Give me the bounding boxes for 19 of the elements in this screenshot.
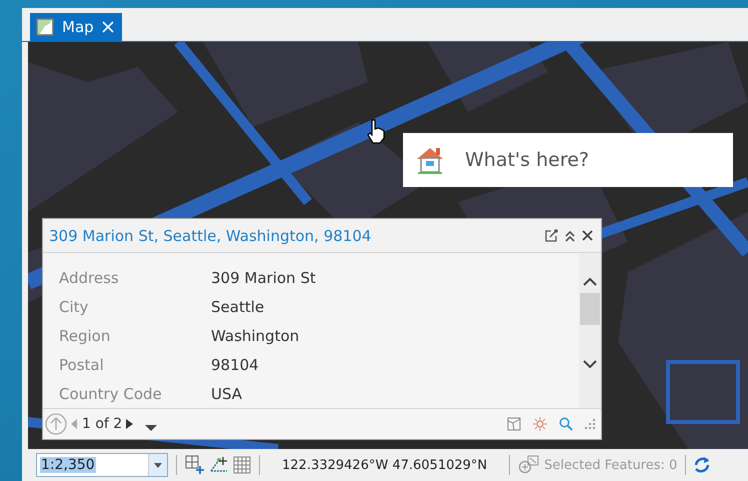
field-label: Country Code bbox=[59, 384, 163, 403]
selected-features-text: Selected Features: 0 bbox=[544, 458, 678, 472]
popup-title: 309 Marion St, Seattle, Washington, 98104 bbox=[49, 226, 372, 245]
field-value: 309 Marion St bbox=[211, 268, 316, 287]
menu-item-label: What's here? bbox=[465, 149, 589, 171]
field-label: City bbox=[59, 298, 90, 316]
scale-combo-box[interactable]: 1:2,350 bbox=[36, 453, 168, 477]
coordinates-text: 122.3329426°W 47.6051029°N bbox=[282, 458, 488, 472]
field-label: Postal bbox=[59, 356, 105, 374]
pager-label: 1 of 2 bbox=[82, 416, 122, 432]
tab-label: Map bbox=[62, 18, 94, 36]
field-value: Seattle bbox=[211, 298, 264, 316]
map-tab[interactable]: Map bbox=[30, 13, 122, 41]
field-value: 98104 bbox=[211, 356, 259, 374]
field-value: USA bbox=[211, 384, 242, 403]
field-value: Washington bbox=[211, 326, 300, 345]
field-label: Region bbox=[59, 326, 112, 345]
whats-here-menu[interactable]: What's here? bbox=[403, 133, 733, 187]
field-label: Address bbox=[59, 268, 120, 287]
